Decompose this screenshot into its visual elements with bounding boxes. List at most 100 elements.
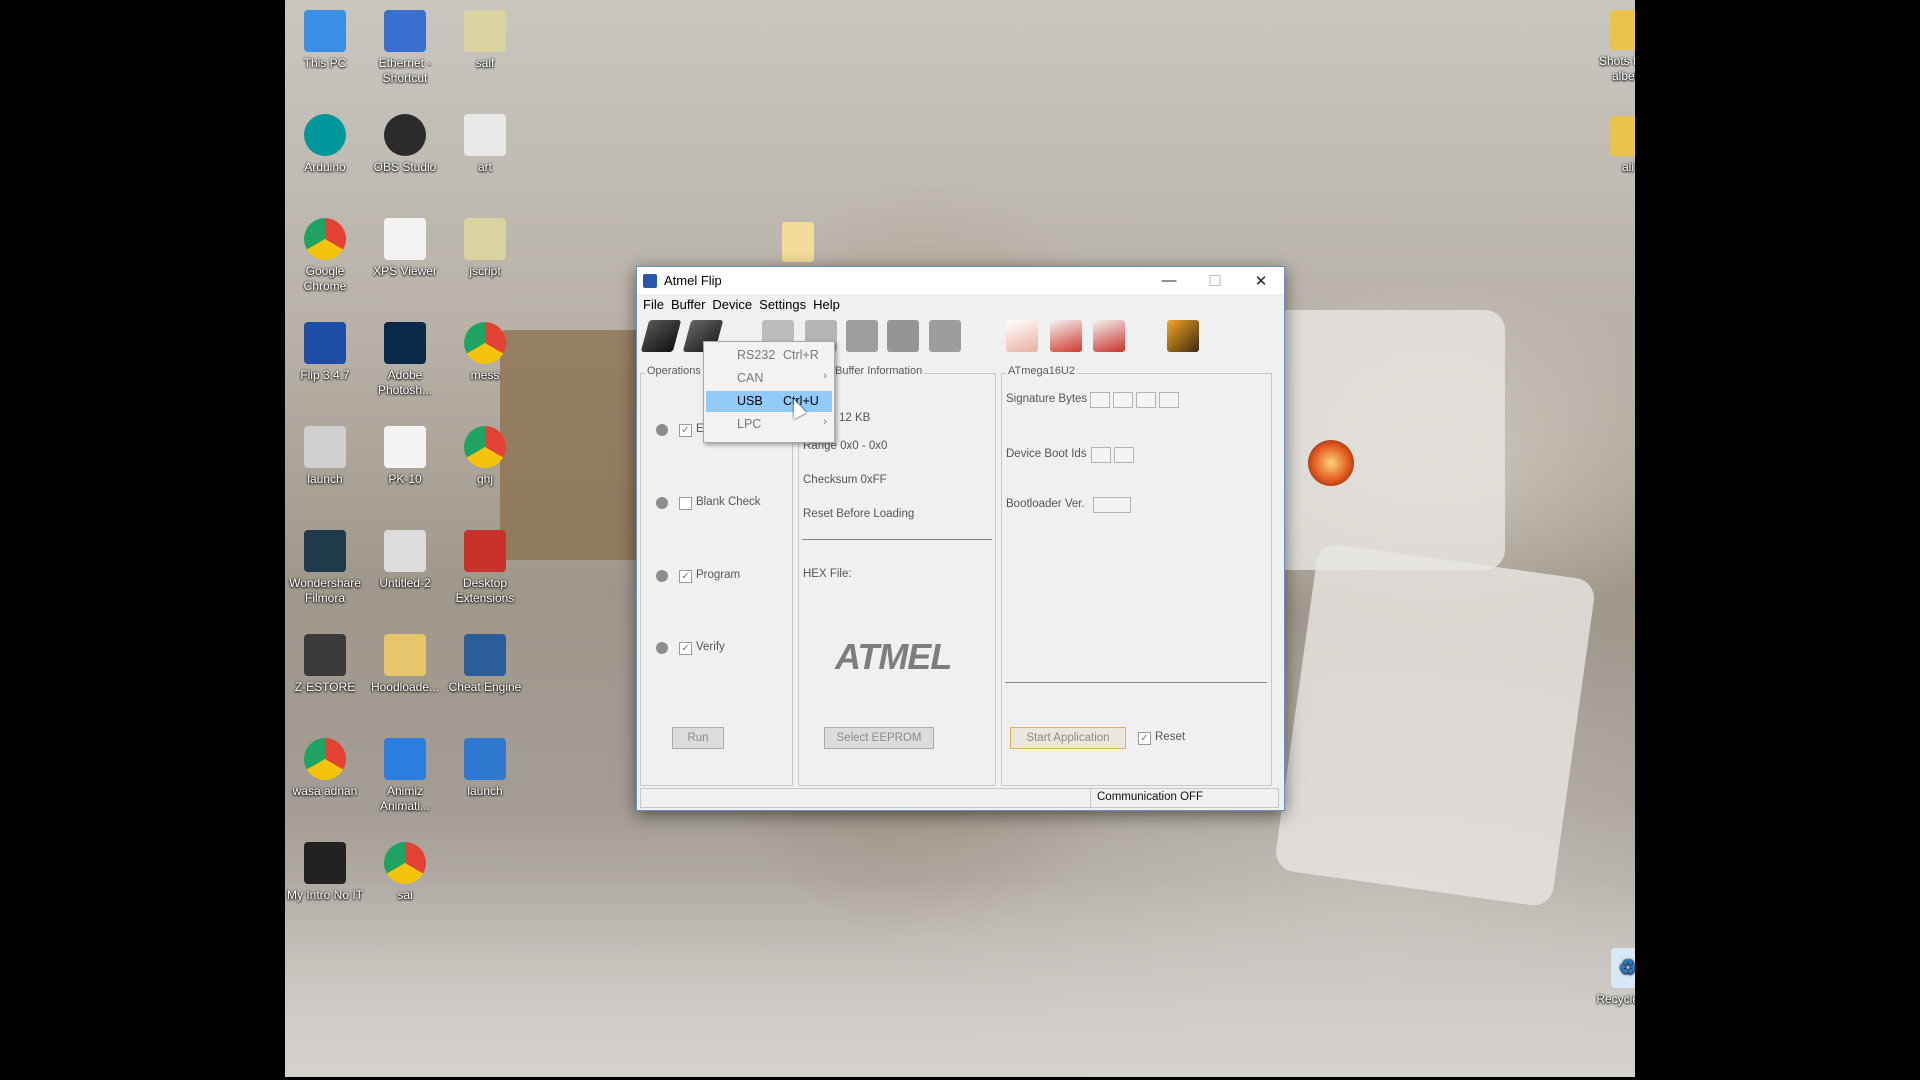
folder-icon[interactable]: [782, 222, 814, 262]
desktop-icon-label: Shots from albela: [1598, 54, 1635, 83]
desktop-icon[interactable]: Flip 3.4.7: [285, 322, 365, 383]
desktop-icon-label: saif: [475, 56, 495, 70]
verify-icon[interactable]: [887, 320, 919, 352]
start-application-button[interactable]: Start Application: [1010, 727, 1126, 749]
desktop-icon-label: launch: [307, 472, 343, 486]
desktop-icon[interactable]: Hoodloade...: [365, 634, 445, 695]
desktop-icon-label: Cheat Engine: [448, 680, 522, 694]
desktop-icon-shots-from-albela[interactable]: Shots from albela: [1588, 10, 1635, 84]
desktop-icon[interactable]: Animiz Animati...: [365, 738, 445, 814]
desktop-icon[interactable]: XPS Viewer: [365, 218, 445, 279]
chrome-icon: [304, 738, 346, 780]
wallpaper-trooper-eye: [1308, 440, 1354, 486]
run-button[interactable]: Run: [672, 727, 724, 749]
reset-checkbox[interactable]: ✓: [1138, 732, 1151, 745]
edit-buffer-icon[interactable]: [1093, 320, 1125, 352]
menu-settings[interactable]: Settings: [757, 297, 811, 312]
title-bar[interactable]: Atmel Flip — ☐ ✕: [637, 267, 1284, 294]
program-checkbox[interactable]: ✓: [679, 570, 692, 583]
menu-file[interactable]: File: [641, 297, 669, 312]
menu-item-rs232[interactable]: RS232 Ctrl+R: [706, 345, 832, 366]
desktop-icon-label: art: [477, 160, 492, 174]
desktop-icon-label: ghj: [476, 472, 493, 486]
desktop-icon[interactable]: Untitled-2: [365, 530, 445, 591]
desktop-icon[interactable]: Desktop Extensions: [445, 530, 525, 606]
signature-byte-1: [1090, 392, 1110, 408]
desktop-icon[interactable]: Arduino: [285, 114, 365, 175]
book-red-icon: [464, 530, 506, 572]
window-file-icon: [464, 738, 506, 780]
hex-file-label: HEX File:: [803, 568, 852, 580]
desktop-icon[interactable]: ghj: [445, 426, 525, 487]
desktop-icon[interactable]: Z-ESTORE: [285, 634, 365, 695]
desktop-icon-label: My Intro No IT: [286, 888, 363, 902]
device-boot-ids-label: Device Boot Ids: [1006, 448, 1087, 460]
save-buffer-icon[interactable]: [1050, 320, 1082, 352]
signature-byte-3: [1136, 392, 1156, 408]
select-eeprom-button[interactable]: Select EEPROM: [824, 727, 934, 749]
menu-item-lpc[interactable]: LPC ›: [706, 414, 832, 435]
image-file-icon: [304, 634, 346, 676]
menu-item-can[interactable]: CAN ›: [706, 368, 832, 389]
desktop-icon-label: ali: [1621, 160, 1634, 174]
verify-label: Verify: [696, 641, 725, 653]
menu-help[interactable]: Help: [811, 297, 845, 312]
desktop-icon-label: Untitled-2: [379, 576, 431, 590]
menu-device[interactable]: Device: [710, 297, 757, 312]
desktop-icon-ali[interactable]: ali: [1588, 116, 1635, 175]
menu-item-label: USB: [737, 394, 763, 408]
erase-checkbox[interactable]: ✓: [679, 424, 692, 437]
buffer-information-title: Buffer Information: [833, 365, 925, 377]
signature-byte-2: [1113, 392, 1133, 408]
program-icon[interactable]: [846, 320, 878, 352]
select-device-icon[interactable]: [640, 320, 682, 352]
chrome-icon: [464, 322, 506, 364]
book-icon: [384, 218, 426, 260]
desktop-icon-label: Google Chrome: [303, 264, 347, 293]
desktop-icon[interactable]: art: [445, 114, 525, 175]
desktop-icon-label: Ethernet - Shortcut: [378, 56, 432, 85]
desktop-icon[interactable]: mess: [445, 322, 525, 383]
help-book-icon[interactable]: [1167, 320, 1199, 352]
desktop-icon[interactable]: sai: [365, 842, 445, 903]
device-divider: [1005, 682, 1267, 683]
obs-icon: [384, 114, 426, 156]
load-hex-icon[interactable]: [1006, 320, 1038, 352]
wallpaper-trooper-body: [1273, 542, 1597, 908]
communication-dropdown: RS232 Ctrl+R CAN › USB Ctrl+U LPC ›: [703, 341, 835, 443]
desktop-icon[interactable]: Wondershare Filmora: [285, 530, 365, 606]
menu-buffer[interactable]: Buffer: [669, 297, 710, 312]
desktop-icon[interactable]: saif: [445, 10, 525, 71]
minimize-button[interactable]: —: [1146, 267, 1192, 294]
desktop-icon-label: wasa adnan: [292, 784, 358, 798]
menu-item-usb[interactable]: USB Ctrl+U: [706, 391, 832, 412]
script-icon: [464, 218, 506, 260]
desktop-icon[interactable]: PK-10: [365, 426, 445, 487]
desktop-icon[interactable]: launch: [445, 738, 525, 799]
close-button[interactable]: ✕: [1238, 267, 1284, 294]
desktop-icon-label: Adobe Photosh...: [377, 368, 433, 397]
desktop-icon[interactable]: OBS Studio: [365, 114, 445, 175]
buffer-checksum: Checksum 0xFF: [803, 474, 887, 486]
desktop-icon[interactable]: launch: [285, 426, 365, 487]
desktop-icon[interactable]: This PC: [285, 10, 365, 71]
desktop-icon[interactable]: jscript: [445, 218, 525, 279]
desktop-icon[interactable]: Adobe Photosh...: [365, 322, 445, 398]
chrome-icon: [464, 426, 506, 468]
desktop-icon[interactable]: Ethernet - Shortcut: [365, 10, 445, 86]
menu-item-shortcut: Ctrl+R: [783, 348, 819, 362]
script-icon: [464, 10, 506, 52]
desktop-icon-label: Hoodloade...: [370, 680, 440, 694]
maximize-button[interactable]: ☐: [1192, 267, 1238, 294]
read-icon[interactable]: [929, 320, 961, 352]
desktop-icon-label: Z-ESTORE: [294, 680, 356, 694]
blank-check-checkbox[interactable]: [679, 497, 692, 510]
verify-checkbox[interactable]: ✓: [679, 642, 692, 655]
desktop-icon[interactable]: My Intro No IT: [285, 842, 365, 903]
desktop-icon[interactable]: wasa adnan: [285, 738, 365, 799]
desktop-icon[interactable]: Google Chrome: [285, 218, 365, 294]
desktop-icon-recycle-bin[interactable]: ♻ Recycle Bin: [1588, 948, 1635, 1007]
blank-check-status-led: [656, 497, 668, 509]
cheat-engine-icon: [464, 634, 506, 676]
desktop-icon[interactable]: Cheat Engine: [445, 634, 525, 695]
